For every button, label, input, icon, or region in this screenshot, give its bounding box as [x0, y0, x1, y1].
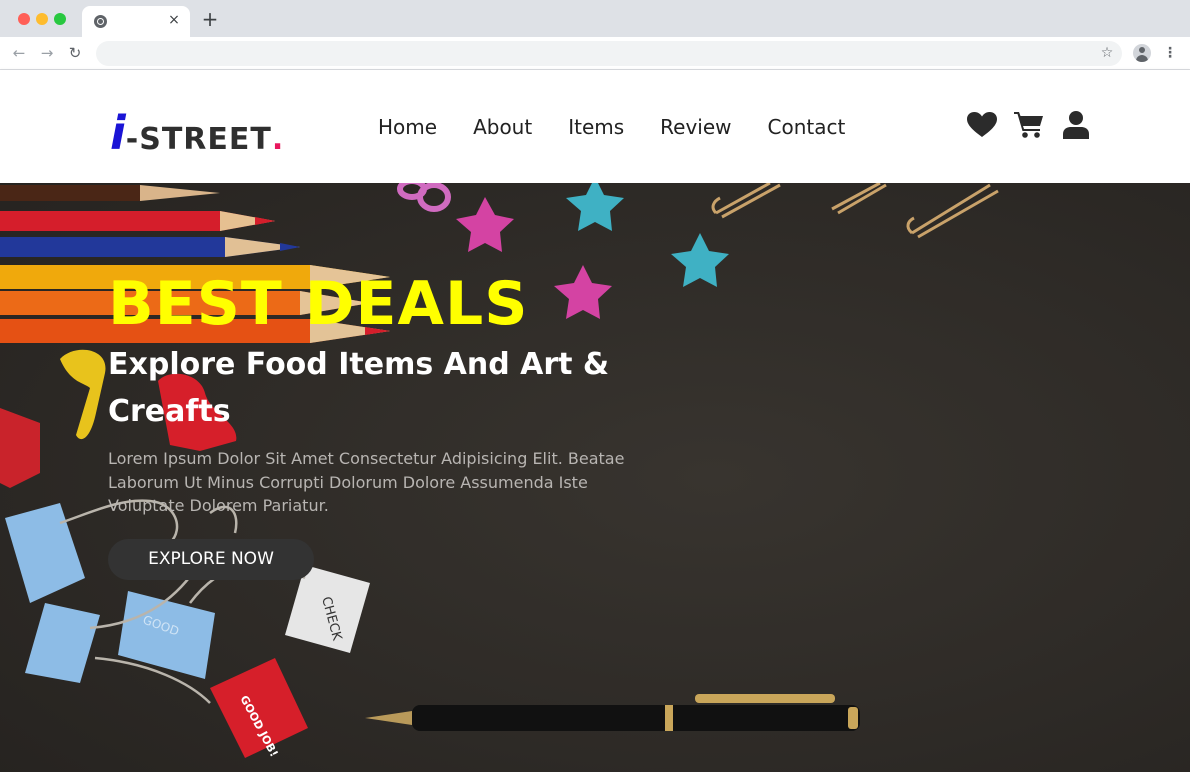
site-header: i-STREET. Home About Items Review Contac… [0, 70, 1190, 183]
main-nav: Home About Items Review Contact [378, 114, 881, 142]
reload-icon[interactable]: ↻ [65, 43, 85, 63]
hero-section: CHECK GOOD GOOD JOB! BEST DEALS Explore … [0, 183, 1190, 772]
chrome-icon [94, 15, 107, 28]
nav-link-home[interactable]: Home [378, 114, 437, 142]
hero-description: Lorem Ipsum Dolor Sit Amet Consectetur A… [108, 449, 625, 515]
cart-icon[interactable] [1013, 110, 1045, 140]
new-tab-button[interactable]: + [200, 9, 220, 29]
user-icon[interactable] [1060, 110, 1092, 140]
nav-link-about[interactable]: About [473, 114, 532, 142]
profile-avatar-icon[interactable] [1133, 44, 1151, 62]
hero-subtitle: Explore Food Items And Art & Creafts [108, 347, 610, 429]
forward-icon[interactable]: → [37, 43, 57, 63]
site-logo[interactable]: i-STREET. [110, 106, 283, 160]
nav-link-contact[interactable]: Contact [768, 114, 846, 142]
tab-close-icon[interactable]: × [166, 12, 182, 28]
browser-toolbar: ← → ↻ ☆ ⋮ [0, 37, 1190, 70]
browser-tab-bar: × + [0, 0, 1190, 37]
heart-icon[interactable] [966, 110, 998, 140]
browser-tab[interactable]: × [82, 6, 190, 37]
minimize-window-button[interactable] [36, 13, 48, 25]
back-icon[interactable]: ← [9, 43, 29, 63]
maximize-window-button[interactable] [54, 13, 66, 25]
browser-menu-icon[interactable]: ⋮ [1162, 43, 1178, 63]
explore-now-button[interactable]: EXPLORE NOW [108, 539, 314, 580]
logo-text: -STREET [125, 122, 272, 157]
address-bar[interactable] [96, 41, 1122, 66]
logo-dot: . [271, 122, 284, 157]
header-icons [966, 110, 1107, 140]
bookmark-star-icon[interactable]: ☆ [1098, 43, 1116, 63]
hero-title: BEST DEALS [108, 269, 529, 339]
nav-link-review[interactable]: Review [660, 114, 731, 142]
nav-link-items[interactable]: Items [568, 114, 624, 142]
close-window-button[interactable] [18, 13, 30, 25]
logo-i: i [110, 106, 126, 160]
